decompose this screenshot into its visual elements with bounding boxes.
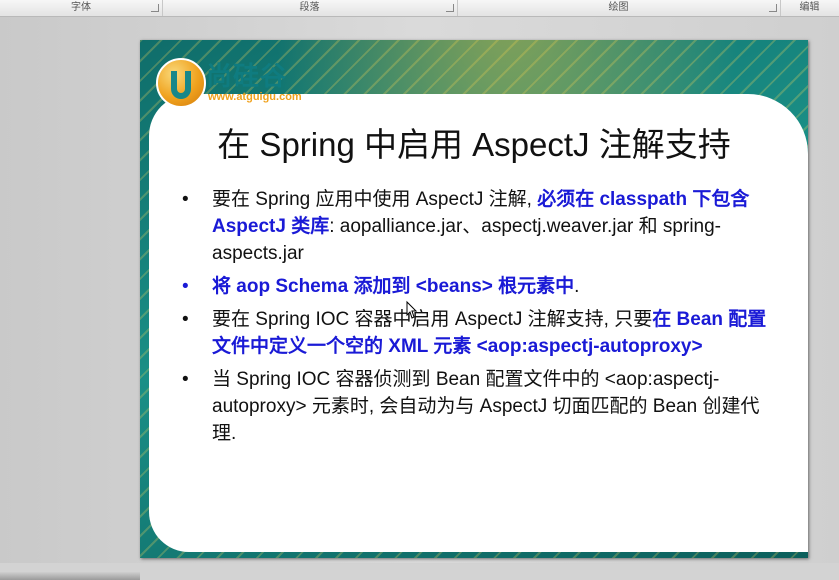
bullet-2-text-b: . bbox=[574, 276, 580, 297]
ribbon-group-paragraph[interactable]: 段落 bbox=[162, 0, 458, 16]
ribbon-group-drawing-label: 绘图 bbox=[608, 2, 629, 13]
ribbon-group-editing-label: 编辑 bbox=[799, 2, 820, 13]
bullet-1-text-a: 要在 Spring 应用中使用 AspectJ 注解, bbox=[212, 189, 538, 210]
bullet-dot-icon: • bbox=[182, 189, 189, 210]
logo-url: www.atguigu.com bbox=[208, 91, 302, 103]
bullet-dot-icon: • bbox=[182, 369, 189, 390]
bullet-list[interactable]: • 要在 Spring 应用中使用 AspectJ 注解, 必须在 classp… bbox=[180, 186, 780, 453]
font-dialog-launcher-icon[interactable] bbox=[151, 4, 159, 12]
bullet-dot-icon: • bbox=[182, 309, 189, 330]
logo-title: 尚硅谷 bbox=[206, 62, 288, 92]
ribbon-group-drawing[interactable]: 绘图 bbox=[457, 0, 781, 16]
bullet-item[interactable]: • 要在 Spring IOC 容器中启用 AspectJ 注解支持, 只要在 … bbox=[180, 306, 780, 360]
bullet-dot-icon: • bbox=[182, 276, 189, 297]
bullet-item[interactable]: • 要在 Spring 应用中使用 AspectJ 注解, 必须在 classp… bbox=[180, 186, 780, 267]
slide-canvas[interactable]: 尚硅谷 www.atguigu.com 在 Spring 中启用 AspectJ… bbox=[140, 40, 808, 558]
paragraph-dialog-launcher-icon[interactable] bbox=[446, 4, 454, 12]
logo-badge-icon bbox=[156, 58, 206, 108]
text-cursor-icon bbox=[406, 300, 418, 319]
bullet-4-text: 当 Spring IOC 容器侦测到 Bean 配置文件中的 <aop:aspe… bbox=[212, 369, 760, 444]
logo-letter-icon bbox=[171, 71, 191, 99]
ribbon-group-font[interactable]: 字体 bbox=[0, 0, 163, 16]
bullet-item[interactable]: • 将 aop Schema 添加到 <beans> 根元素中. bbox=[180, 273, 780, 300]
bullet-2-text-a: 将 aop Schema 添加到 <beans> 根元素中 bbox=[212, 276, 575, 297]
workspace-edge bbox=[0, 572, 140, 580]
slide-title[interactable]: 在 Spring 中启用 AspectJ 注解支持 bbox=[140, 118, 808, 166]
ribbon-group-font-label: 字体 bbox=[71, 2, 91, 13]
ribbon-group-editing[interactable]: 编辑 bbox=[780, 0, 839, 16]
brand-logo: 尚硅谷 www.atguigu.com bbox=[154, 54, 314, 110]
bullet-item[interactable]: • 当 Spring IOC 容器侦测到 Bean 配置文件中的 <aop:as… bbox=[180, 366, 780, 447]
ribbon-group-paragraph-label: 段落 bbox=[299, 2, 320, 13]
ribbon-group-labels: 字体 段落 绘图 编辑 bbox=[0, 0, 839, 17]
drawing-dialog-launcher-icon[interactable] bbox=[769, 4, 777, 12]
bullet-3-text-a: 要在 Spring IOC 容器中启用 AspectJ 注解支持, 只要 bbox=[212, 309, 653, 330]
